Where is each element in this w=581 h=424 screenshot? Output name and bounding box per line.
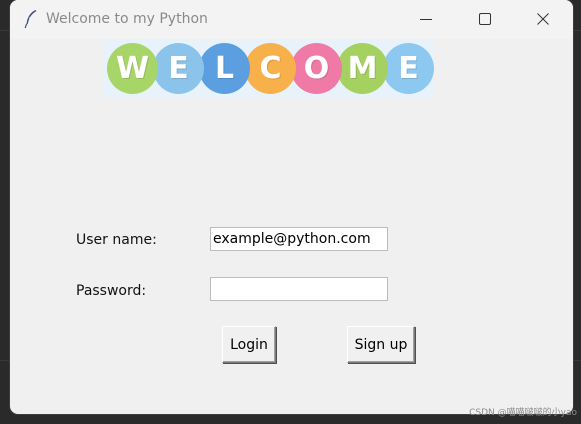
welcome-letter: L xyxy=(214,51,235,86)
title-bar[interactable]: Welcome to my Python xyxy=(10,0,573,39)
password-label: Password: xyxy=(76,283,147,299)
username-label: User name: xyxy=(76,232,157,248)
maximize-button[interactable] xyxy=(462,0,508,39)
welcome-letter: C xyxy=(259,51,282,86)
username-input[interactable] xyxy=(210,227,388,251)
welcome-letter-bubble: M xyxy=(337,43,388,94)
welcome-letter: M xyxy=(347,51,378,86)
feather-icon xyxy=(24,10,37,29)
signup-button[interactable]: Sign up xyxy=(347,326,415,363)
password-input[interactable] xyxy=(210,277,388,301)
desktop-background: Welcome to my Python WELCOME User name: xyxy=(0,0,581,424)
watermark-text: CSDN @喵喵啵啵的小yao xyxy=(469,408,577,418)
welcome-letter-bubble: E xyxy=(383,43,434,94)
welcome-banner-image: WELCOME xyxy=(104,40,434,98)
window-title: Welcome to my Python xyxy=(46,11,208,27)
app-window: Welcome to my Python WELCOME User name: xyxy=(10,0,573,414)
welcome-letter-bubble: W xyxy=(107,43,158,94)
minimize-button[interactable] xyxy=(403,0,449,39)
maximize-icon xyxy=(479,13,491,25)
welcome-letter: E xyxy=(398,51,419,86)
close-button[interactable] xyxy=(520,0,566,39)
minimize-icon xyxy=(420,19,432,20)
login-button[interactable]: Login xyxy=(222,326,276,363)
welcome-letter: O xyxy=(303,51,330,86)
welcome-letter-bubble: L xyxy=(199,43,250,94)
close-icon xyxy=(537,13,549,25)
welcome-letter: E xyxy=(168,51,189,86)
welcome-letter-bubble: O xyxy=(291,43,342,94)
welcome-letter-bubble: E xyxy=(153,43,204,94)
welcome-letter: W xyxy=(115,51,150,86)
welcome-letter-bubble: C xyxy=(245,43,296,94)
